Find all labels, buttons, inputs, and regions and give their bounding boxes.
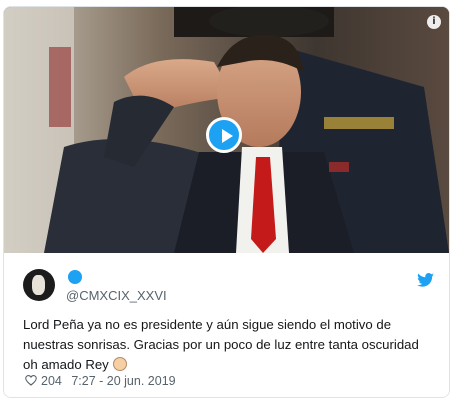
avatar[interactable] bbox=[23, 269, 55, 301]
display-name-emoji-icon bbox=[68, 270, 82, 284]
video-thumbnail[interactable]: i bbox=[4, 7, 449, 253]
twitter-bird-icon[interactable] bbox=[417, 273, 434, 287]
timestamp[interactable]: 7:27 - 20 jun. 2019 bbox=[71, 374, 175, 388]
tweet-text-content: Lord Peña ya no es presidente y aún sigu… bbox=[23, 317, 419, 372]
king-emoji-icon bbox=[112, 357, 127, 371]
like-count[interactable]: 204 bbox=[41, 374, 62, 388]
play-icon[interactable] bbox=[206, 117, 242, 153]
user-handle[interactable]: @CMXCIX_XXVI bbox=[66, 288, 167, 303]
heart-icon[interactable] bbox=[25, 375, 37, 386]
tweet-body: @CMXCIX_XXVI Lord Peña ya no es presiden… bbox=[4, 254, 449, 397]
tweet-text: Lord Peña ya no es presidente y aún sigu… bbox=[23, 315, 433, 375]
info-icon[interactable]: i bbox=[427, 15, 441, 29]
tweet-card: i @CMXCIX_XXVI Lord Peña ya no es presid… bbox=[3, 6, 450, 398]
tweet-meta: 204 7:27 - 20 jun. 2019 bbox=[25, 374, 182, 388]
avatar-figure bbox=[32, 275, 45, 295]
